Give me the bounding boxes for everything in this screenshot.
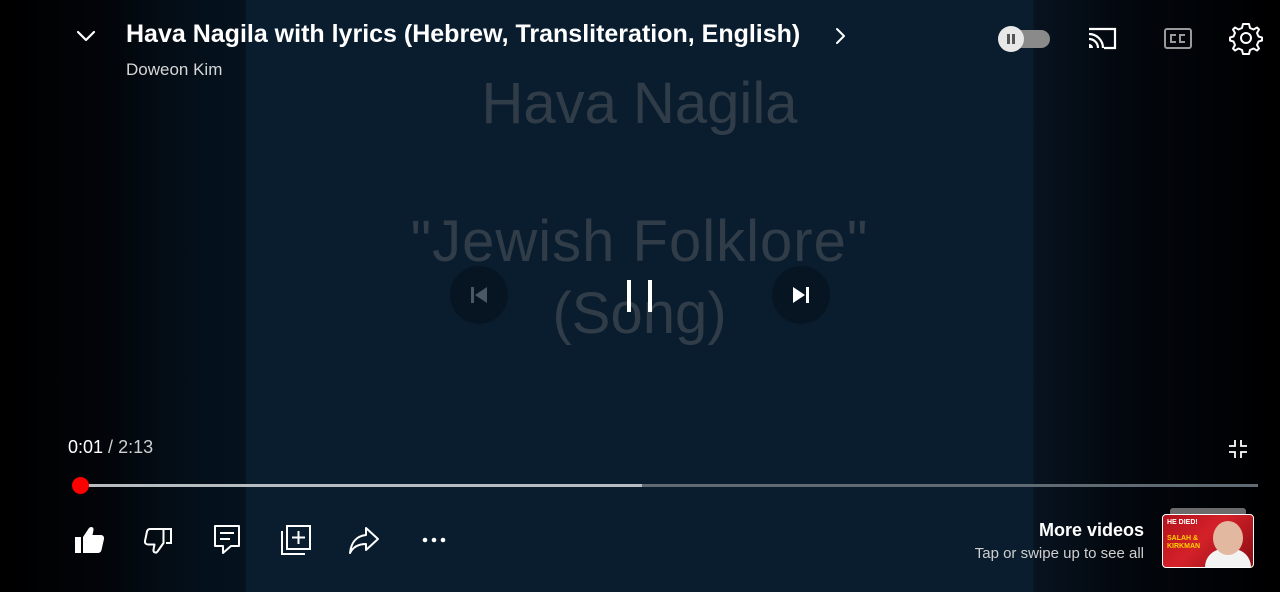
time-display: 0:01 / 2:13 (68, 437, 153, 458)
thumbnail-headline: HE DIED! (1167, 519, 1198, 526)
progress-buffered (80, 484, 642, 487)
skip-next-icon (793, 287, 809, 303)
pause-icon-bar (1012, 34, 1015, 44)
more-videos-subtitle: Tap or swipe up to see all (974, 545, 1144, 562)
like-button[interactable] (72, 522, 108, 558)
thumbnail-image: HE DIED! SALAH & KIRKMAN (1162, 514, 1254, 568)
current-time: 0:01 (68, 437, 104, 457)
thumbs-up-icon (75, 526, 105, 553)
more-horizontal-icon (422, 537, 446, 543)
more-videos-title: More videos (1038, 520, 1144, 540)
fullscreen-exit-icon (1229, 440, 1247, 458)
more-actions-button[interactable] (416, 522, 452, 558)
video-player[interactable]: Hava Nagila "Jewish Folklore" (Song) Hav… (0, 0, 1280, 592)
autoplay-toggle[interactable] (998, 26, 1052, 52)
cast-icon (1088, 27, 1117, 50)
comment-button[interactable] (209, 522, 245, 558)
progress-bar[interactable] (72, 477, 1258, 494)
autoplay-knob (998, 26, 1024, 52)
cast-button[interactable] (1084, 22, 1120, 54)
skip-previous-icon (471, 287, 487, 303)
chevron-down-icon (76, 30, 96, 42)
video-title[interactable]: Hava Nagila with lyrics (Hebrew, Transli… (126, 20, 800, 49)
captions-button[interactable] (1160, 22, 1196, 54)
more-videos-prompt[interactable]: More videos Tap or swipe up to see all (975, 520, 1144, 562)
thumbnail-subline: SALAH & KIRKMAN (1167, 535, 1201, 550)
duration: 2:13 (118, 437, 154, 457)
chevron-right-icon[interactable] (832, 23, 850, 49)
dislike-button[interactable] (140, 522, 176, 558)
add-to-playlist-icon (281, 525, 311, 555)
next-button[interactable] (772, 266, 830, 324)
exit-fullscreen-button[interactable] (1226, 437, 1250, 461)
save-to-playlist-button[interactable] (278, 522, 314, 558)
channel-name[interactable]: Doweon Kim (126, 60, 222, 80)
collapse-button[interactable] (70, 20, 102, 52)
pause-icon-bar (1007, 34, 1010, 44)
gear-icon (1229, 23, 1263, 55)
settings-button[interactable] (1228, 20, 1264, 56)
progress-scrubber[interactable] (72, 477, 89, 494)
more-videos-thumbnail[interactable]: HE DIED! SALAH & KIRKMAN (1162, 508, 1254, 568)
thumbs-down-icon (143, 528, 172, 554)
previous-button[interactable] (450, 266, 508, 324)
comment-icon (214, 525, 240, 554)
thumbnail-person-face (1213, 521, 1243, 555)
share-icon (349, 527, 379, 554)
play-pause-button[interactable] (598, 254, 682, 338)
share-button[interactable] (346, 522, 382, 558)
cc-icon (1164, 28, 1192, 49)
time-separator: / (103, 437, 119, 457)
pause-icon (627, 280, 652, 312)
